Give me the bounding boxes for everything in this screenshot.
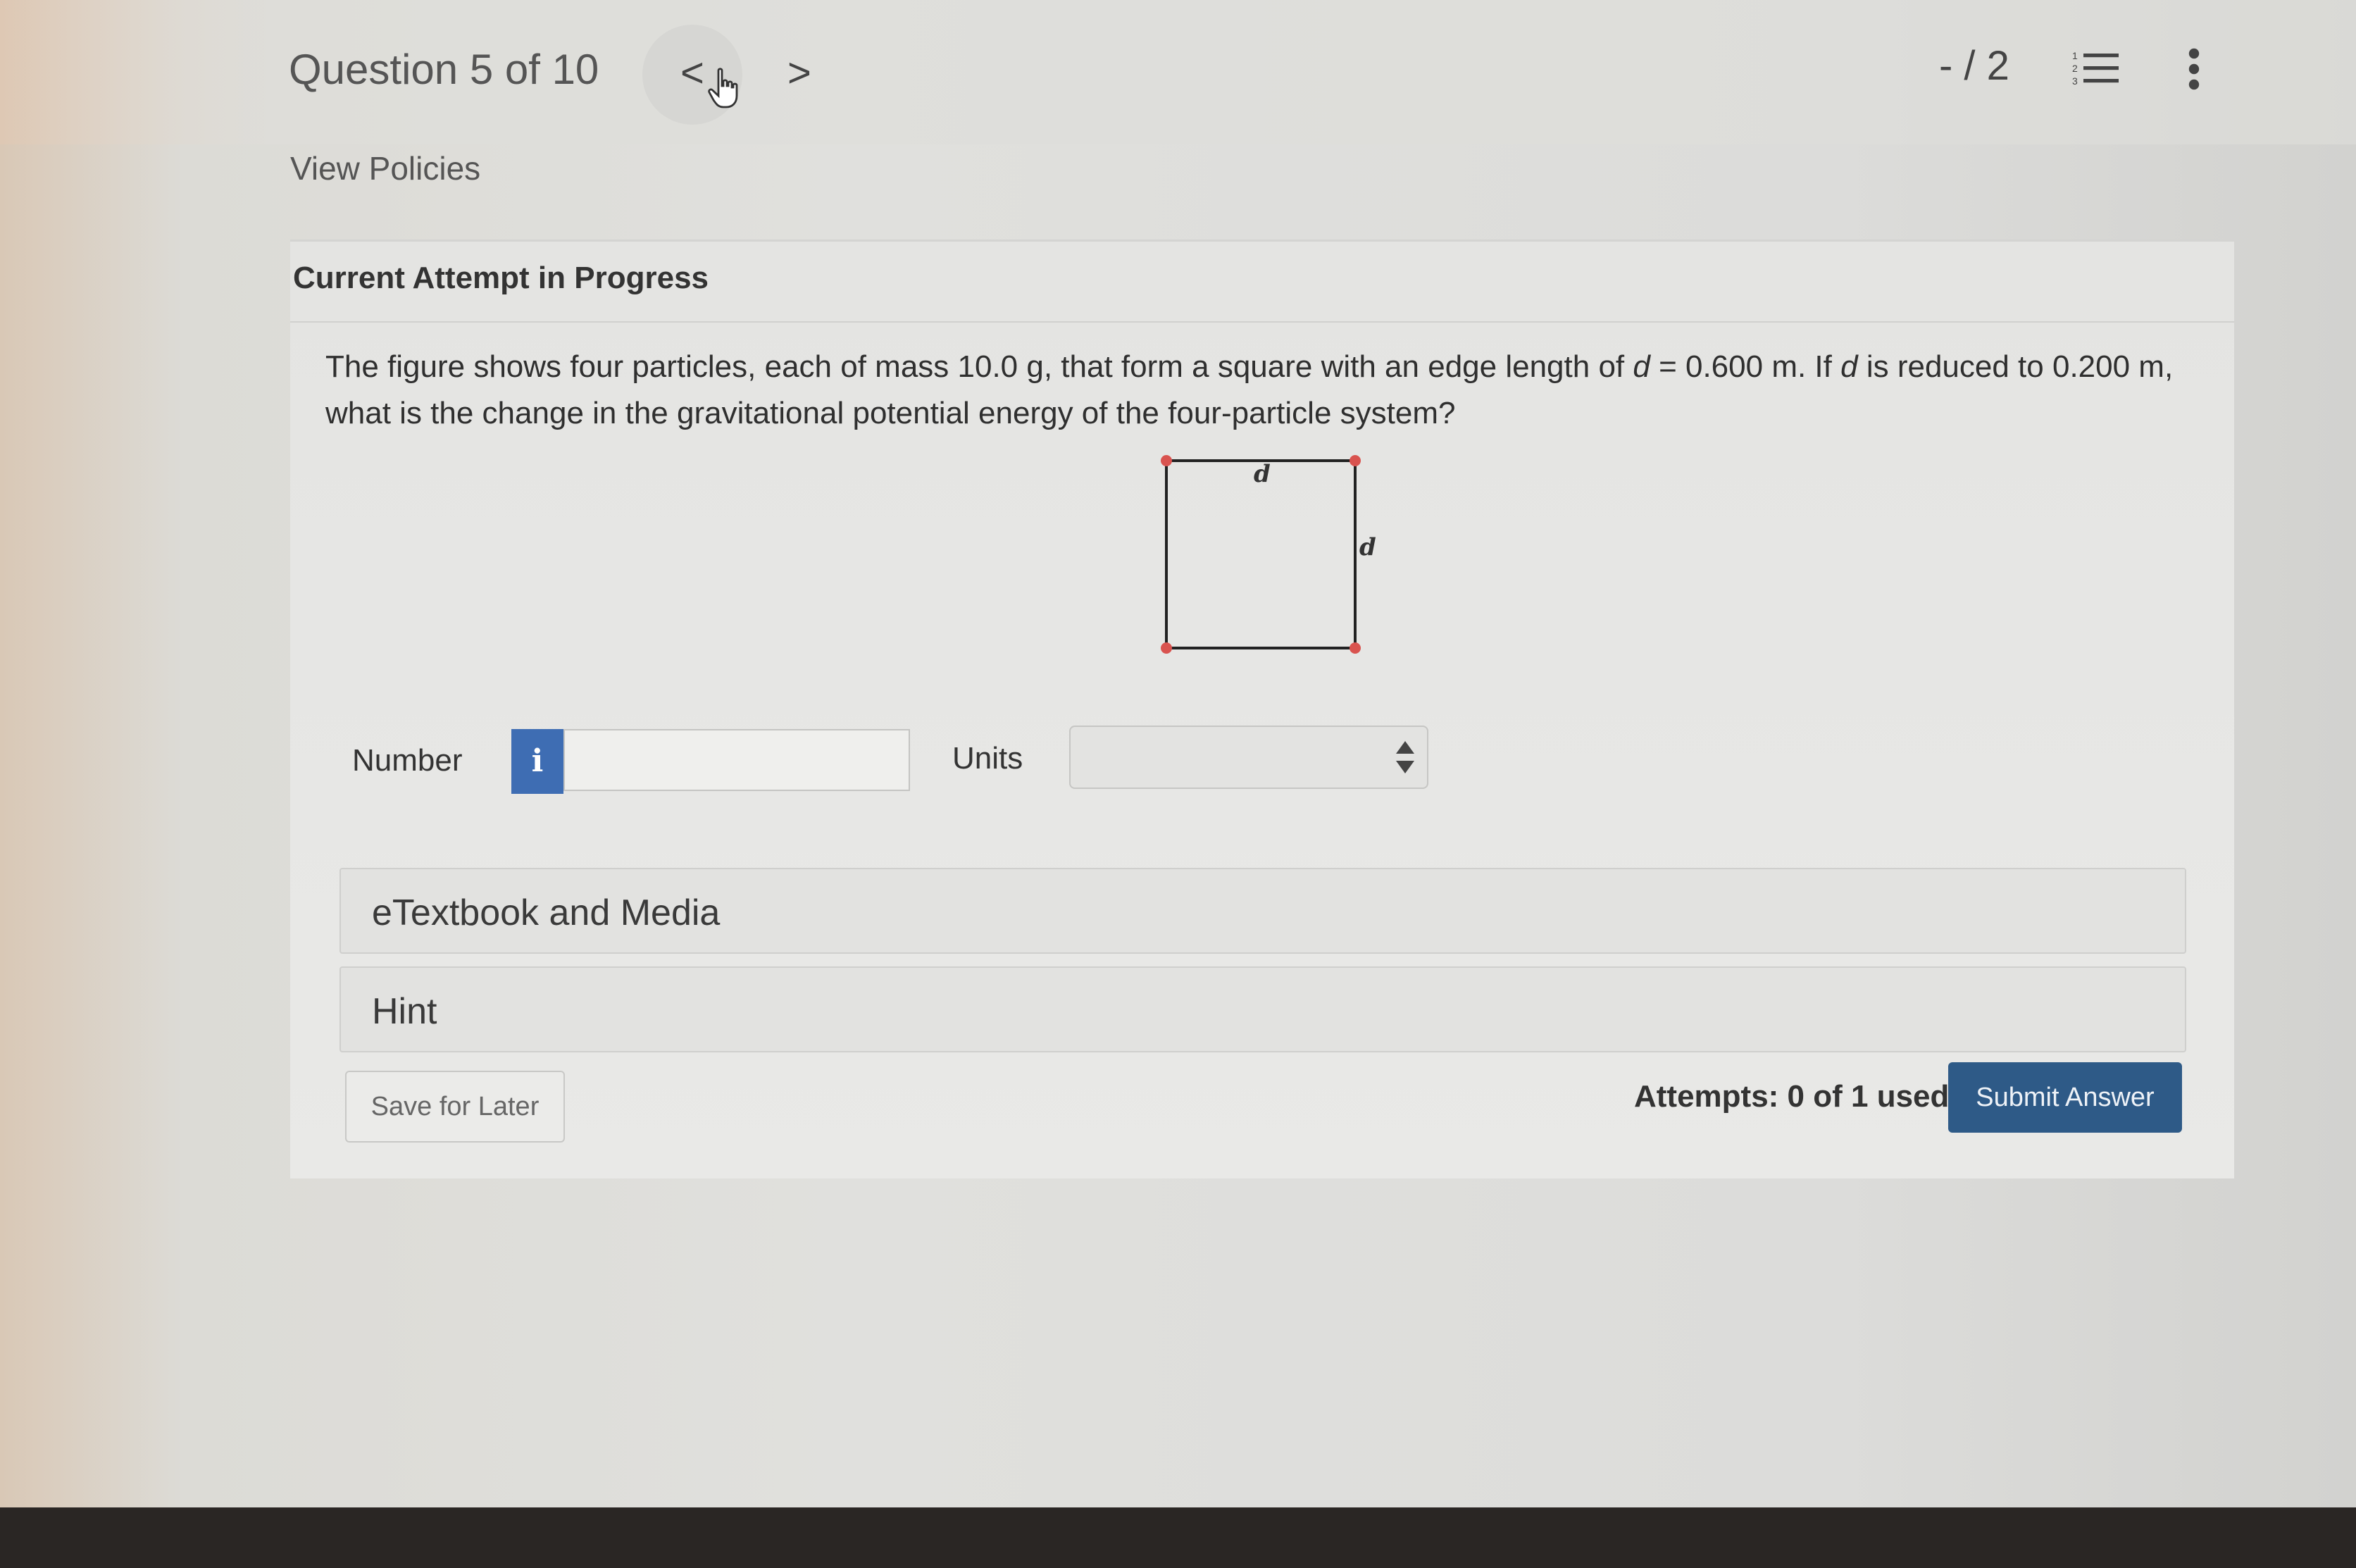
number-input[interactable]: [563, 729, 910, 791]
score-display: - / 2: [1939, 43, 2009, 89]
next-question-button[interactable]: >: [787, 49, 811, 97]
chevron-left-icon: <: [680, 50, 704, 96]
select-arrows-icon: [1396, 741, 1414, 773]
square-particles-figure: d d: [1161, 455, 1376, 654]
prev-question-button[interactable]: <: [680, 49, 704, 97]
question-text-part2: = 0.600 m. If: [1650, 349, 1841, 384]
particle: [1350, 455, 1361, 466]
save-for-later-button[interactable]: Save for Later: [345, 1071, 565, 1143]
hint-label: Hint: [372, 991, 437, 1032]
view-policies-link[interactable]: View Policies: [290, 149, 480, 187]
edge-label-side: d: [1359, 533, 1376, 561]
question-text: The figure shows four particles, each of…: [325, 344, 2185, 437]
etextbook-media-label: eTextbook and Media: [372, 892, 721, 933]
submit-answer-button[interactable]: Submit Answer: [1948, 1062, 2182, 1133]
variable-d: d: [1840, 349, 1858, 384]
units-select[interactable]: [1069, 726, 1428, 789]
info-icon: i: [531, 743, 544, 779]
info-button[interactable]: i: [511, 729, 563, 794]
attempts-counter: Attempts: 0 of 1 used: [1634, 1079, 1950, 1114]
list-icon[interactable]: 1 2 3: [2072, 49, 2119, 87]
particle: [1161, 642, 1172, 654]
hint-accordion[interactable]: Hint: [339, 966, 2186, 1052]
variable-d: d: [1633, 349, 1650, 384]
svg-text:2: 2: [2072, 63, 2078, 74]
etextbook-media-accordion[interactable]: eTextbook and Media: [339, 868, 2186, 954]
svg-text:1: 1: [2072, 50, 2078, 61]
svg-text:3: 3: [2072, 75, 2078, 87]
particle: [1350, 642, 1361, 654]
more-vertical-icon[interactable]: [2188, 48, 2200, 90]
hand-cursor-icon: [708, 68, 738, 108]
chevron-right-icon: >: [787, 50, 811, 96]
divider: [290, 321, 2234, 323]
screen-bezel: [0, 1507, 2356, 1568]
attempt-heading: Current Attempt in Progress: [293, 261, 709, 295]
units-label: Units: [952, 741, 1023, 776]
edge-label-top: d: [1254, 460, 1271, 488]
question-counter: Question 5 of 10: [289, 46, 599, 93]
number-label: Number: [352, 743, 463, 778]
question-text-part1: The figure shows four particles, each of…: [325, 349, 1633, 384]
square-outline: [1165, 459, 1357, 649]
particle: [1161, 455, 1172, 466]
